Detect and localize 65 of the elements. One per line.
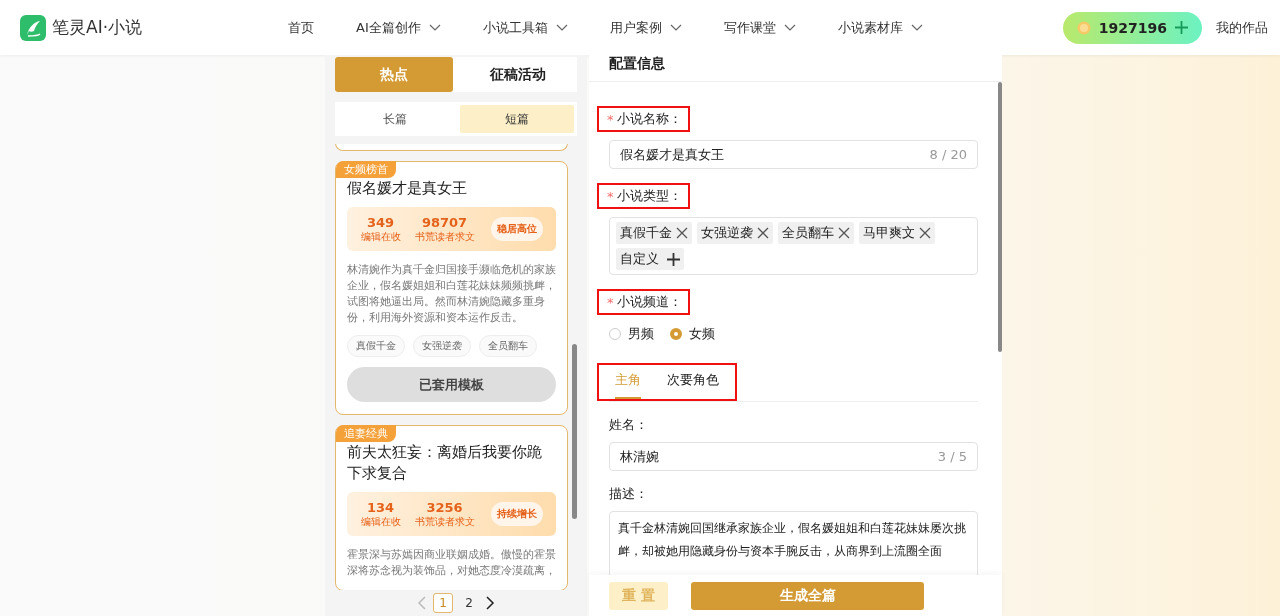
- stat-value: 3256: [426, 499, 463, 515]
- feather-logo-icon: [20, 14, 46, 41]
- required-mark: *: [607, 111, 614, 127]
- required-mark: *: [607, 188, 614, 204]
- scrollbar-thumb[interactable]: [998, 82, 1002, 352]
- rank-badge: 追妻经典: [336, 425, 396, 442]
- coin-balance-button[interactable]: 1927196: [1062, 11, 1202, 44]
- nav-item[interactable]: 用户案例: [609, 18, 682, 37]
- chip-label: 真假千金: [620, 224, 672, 242]
- my-works-link[interactable]: 我的作品: [1216, 18, 1268, 37]
- stat-label: 编辑在收: [360, 514, 401, 529]
- role-tab[interactable]: 次要角色: [667, 369, 719, 399]
- stat-value: 98707: [421, 214, 468, 230]
- apply-template-button[interactable]: 已套用模板: [347, 367, 556, 402]
- card-description: 林清婉作为真千金归国接手濒临危机的家族企业，假名媛姐姐和白莲花妹妹频频挑衅，试图将她逼出局。然而林清婉隐藏多重身份，利用海外资源和资本运作反击。: [347, 262, 556, 325]
- genre-tag: 真假千金: [347, 335, 405, 357]
- coin-icon: [1076, 20, 1091, 35]
- nav-item[interactable]: AI全篇创作: [356, 18, 441, 37]
- genre-tag: 全员翻车: [479, 335, 537, 357]
- chip-label: 女强逆袭: [701, 224, 753, 242]
- radio-option[interactable]: 男频: [609, 325, 654, 343]
- stat-label: 书荒读者求文: [414, 229, 475, 244]
- stat-value: 349: [366, 214, 395, 230]
- required-mark: *: [607, 294, 614, 310]
- radio-option[interactable]: 女频: [670, 325, 715, 343]
- template-card[interactable]: 追妻经典 前夫太狂妄：离婚后我要你跪下求复合 134 编辑在收 3256 书荒读者求文 持续增长 霍景深与苏嫣因商业联姻成婚。傲慢的霍景深将苏念视为装饰品，对她态度冷漠疏离，: [335, 425, 568, 590]
- logo-text[interactable]: 笔灵AI·小说: [52, 16, 143, 39]
- stat-label: 编辑在收: [360, 229, 401, 244]
- close-icon[interactable]: [676, 227, 688, 239]
- name-input[interactable]: 林清婉 3 / 5: [609, 442, 978, 471]
- nav-item[interactable]: 小说工具箱: [482, 18, 568, 37]
- scrollbar-thumb[interactable]: [572, 344, 577, 519]
- chip-label: 马甲爽文: [863, 224, 915, 242]
- close-icon[interactable]: [838, 227, 850, 239]
- custom-tag-button[interactable]: 自定义: [616, 248, 685, 270]
- nav-item[interactable]: 首页: [288, 18, 314, 37]
- trend-badge: 持续增长: [490, 502, 543, 526]
- stat-label: 书荒读者求文: [414, 514, 475, 529]
- card-title: 假名媛才是真女王: [347, 178, 468, 199]
- stat-value: 134: [366, 499, 395, 515]
- panel-title: 配置信息: [609, 55, 665, 71]
- genre-tag: 女强逆袭: [413, 335, 471, 357]
- field-label: 描述：: [609, 485, 649, 503]
- card-title: 前夫太狂妄：离婚后我要你跪下求复合: [347, 442, 543, 484]
- chip-label: 全员翻车: [782, 224, 834, 242]
- template-card[interactable]: 女频榜首 假名媛才是真女王 349 编辑在收 98707 书荒读者求文 稳居高位 林清婉作为真千金归国接手濒临危机的家族企业，假名媛姐姐和白莲花妹妹频频挑衅，试图将她逼出局。然而林清婉隐藏多重身份，利用海外资源和资本运作反击。 真假千金 女强逆袭 全员翻车 已套用模板: [335, 161, 568, 415]
- field-label: 小说名称：: [616, 110, 682, 128]
- rank-badge: 女频榜首: [336, 161, 396, 178]
- plus-icon[interactable]: [667, 252, 681, 266]
- nav-item[interactable]: 小说素材库: [837, 18, 923, 37]
- trend-badge: 稳居高位: [490, 217, 543, 241]
- field-label: 姓名：: [609, 416, 649, 434]
- radio-button[interactable]: [670, 328, 682, 340]
- page-number[interactable]: 2: [459, 593, 479, 613]
- genre-select[interactable]: 真假千金 女强逆袭 全员翻车 马甲爽文 自定义: [609, 217, 978, 275]
- field-label: 小说频道：: [616, 293, 682, 311]
- nav-item[interactable]: 写作课堂: [723, 18, 796, 37]
- length-tab[interactable]: 短篇: [460, 105, 574, 133]
- close-icon[interactable]: [919, 227, 931, 239]
- field-label: 小说类型：: [616, 187, 682, 205]
- close-icon[interactable]: [757, 227, 769, 239]
- chevron-left-icon[interactable]: [417, 596, 427, 610]
- card-description: 霍景深与苏嫣因商业联姻成婚。傲慢的霍景深将苏念视为装饰品，对她态度冷漠疏离，: [347, 547, 556, 578]
- title-input[interactable]: 假名媛才是真女王 8 / 20: [609, 140, 978, 169]
- chevron-right-icon[interactable]: [485, 596, 495, 610]
